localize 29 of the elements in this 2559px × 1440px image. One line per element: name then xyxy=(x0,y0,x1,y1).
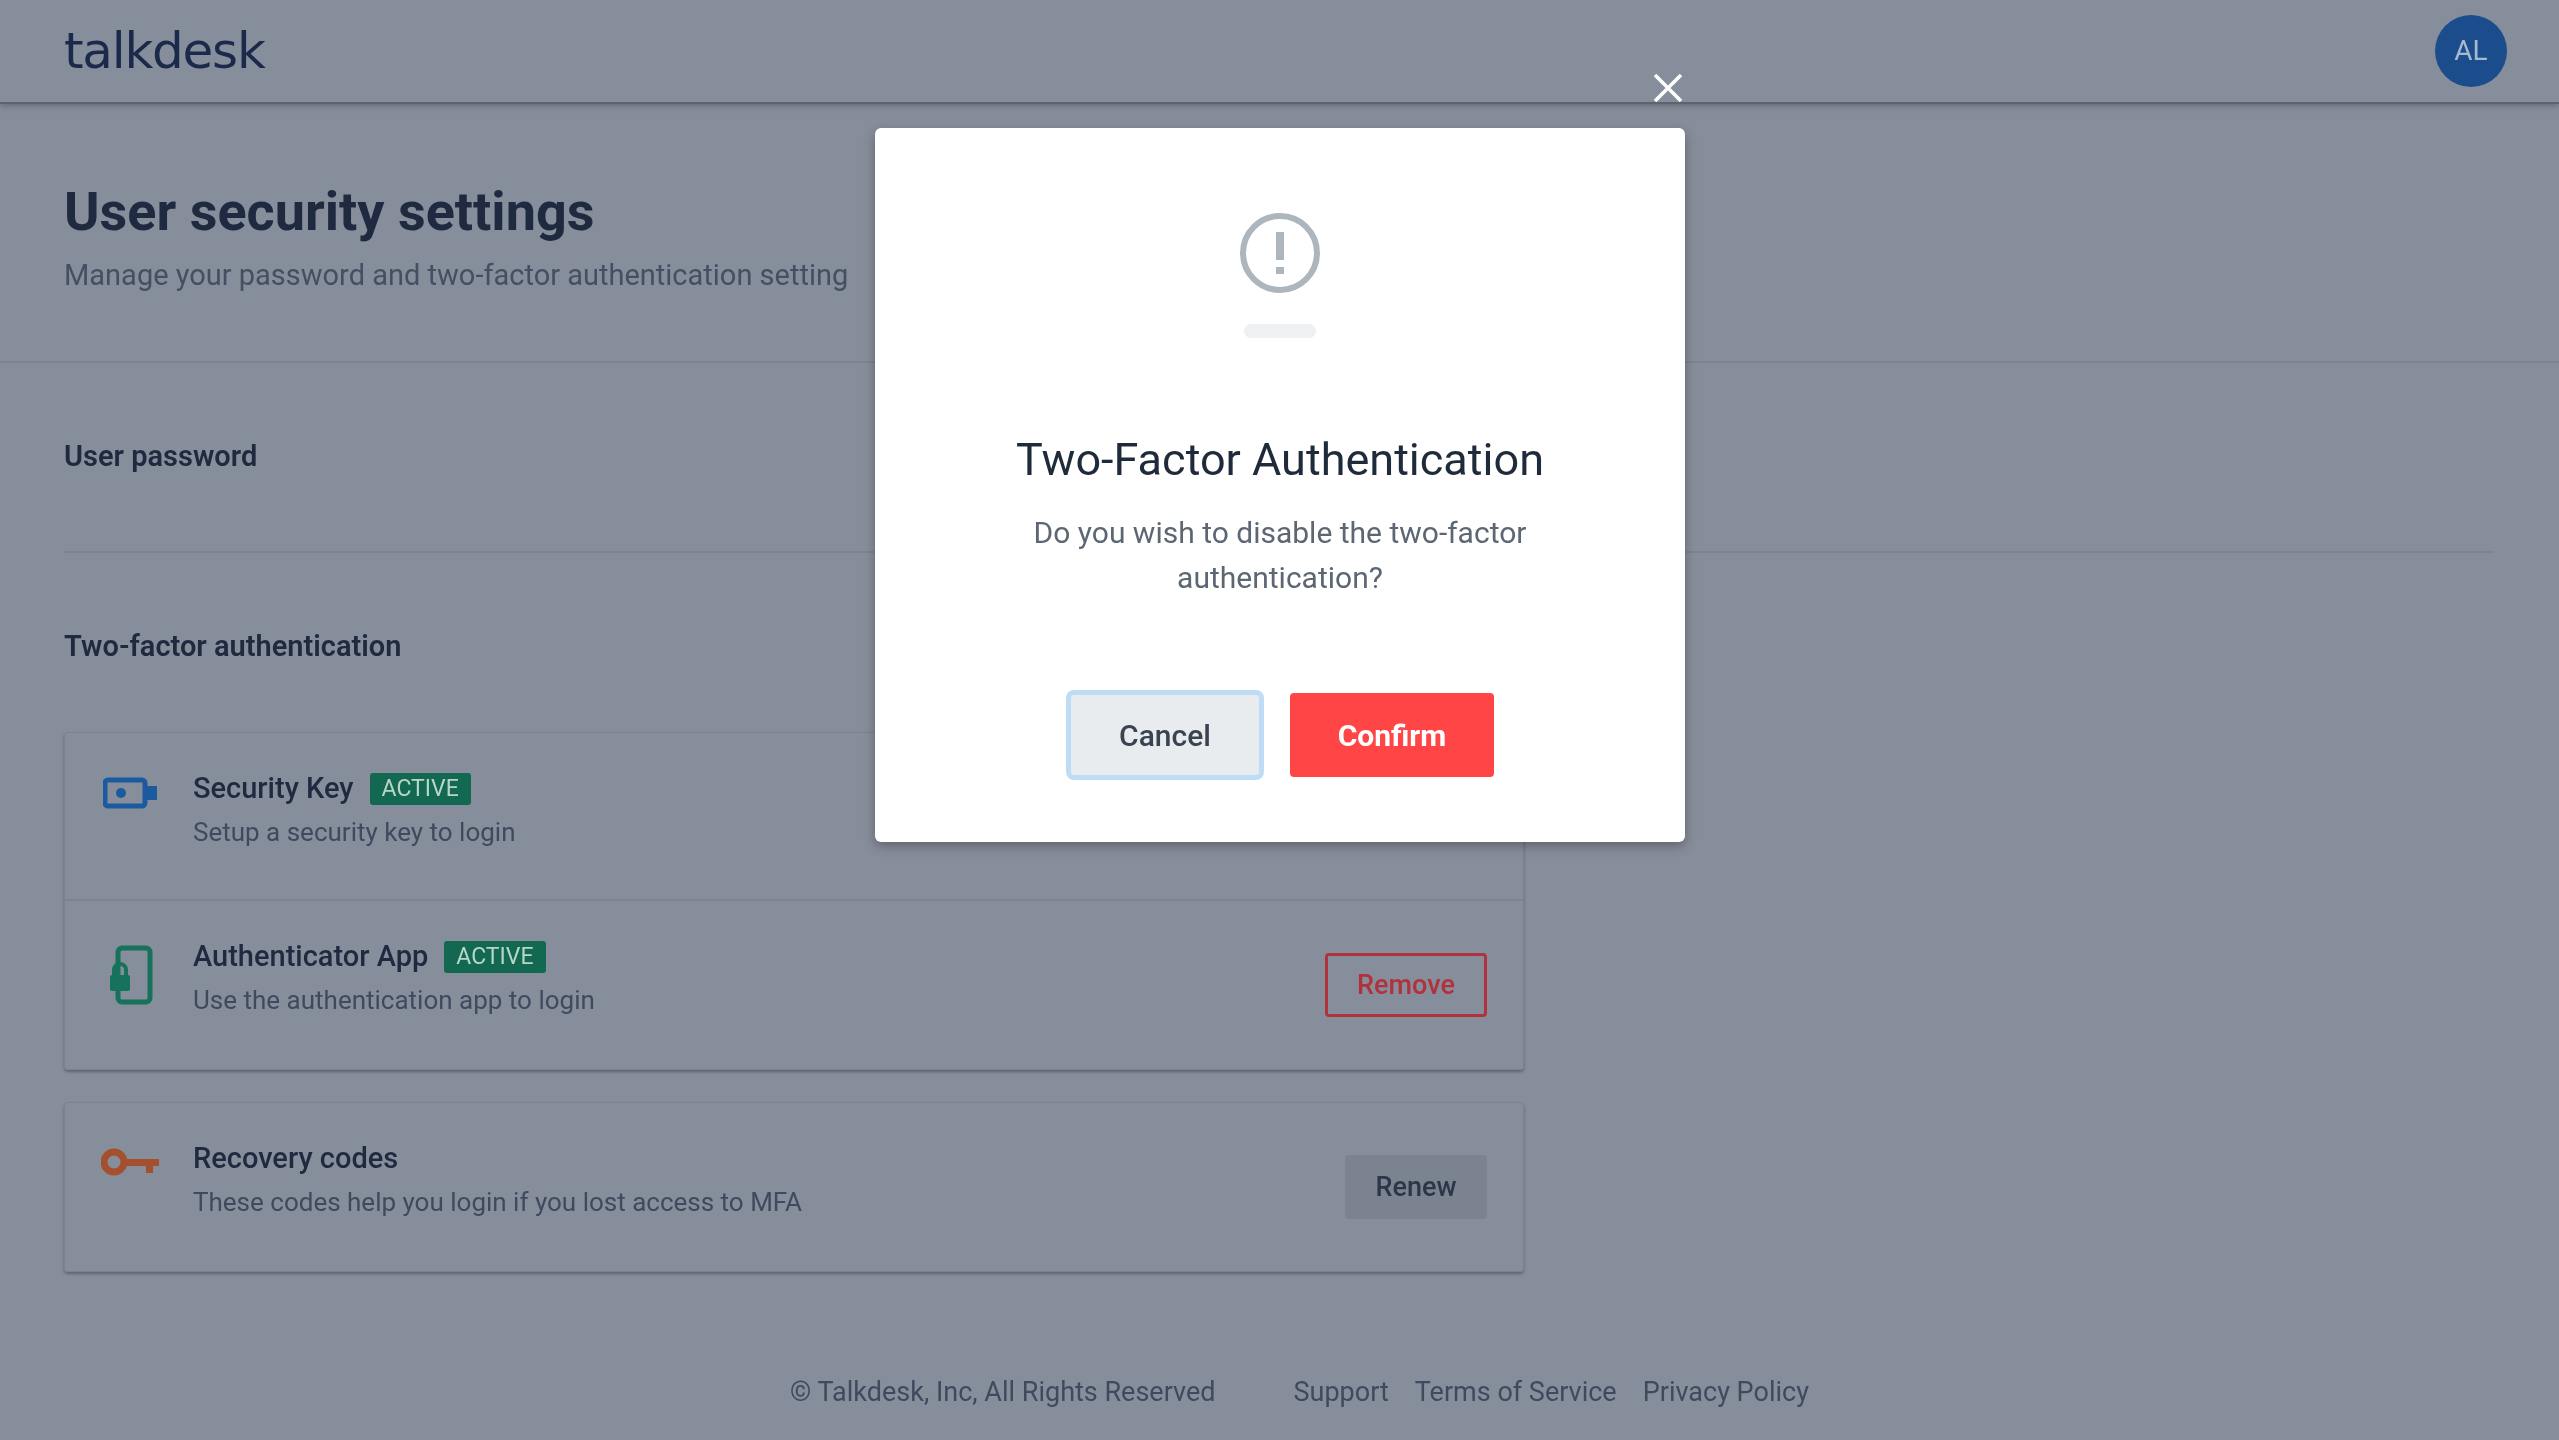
method-name: Authenticator App xyxy=(193,938,429,975)
copyright-text: © Talkdesk, Inc, All Rights Reserved xyxy=(790,1375,1216,1410)
cancel-button[interactable]: Cancel xyxy=(1066,690,1264,781)
security-key-icon xyxy=(103,777,159,809)
confirm-button[interactable]: Confirm xyxy=(1290,693,1494,778)
page-subtitle: Manage your password and two-factor authentication setting xyxy=(64,256,850,294)
dialog-message: Do you wish to disable the two-factor authentication? xyxy=(1032,514,1528,598)
dialog-title: Two-Factor Authentication xyxy=(1015,432,1544,488)
method-description: These codes help you login if you lost access to MFA xyxy=(193,1185,803,1219)
warning-icon xyxy=(1239,212,1321,294)
phone-lock-icon xyxy=(108,945,154,1005)
method-description: Use the authentication app to login xyxy=(193,983,596,1017)
method-description: Setup a security key to login xyxy=(193,815,517,849)
renew-button[interactable]: Renew xyxy=(1345,1155,1487,1219)
user-avatar[interactable]: AL xyxy=(2435,15,2507,87)
close-icon[interactable] xyxy=(1652,72,1684,104)
section-heading: Two-factor authentication xyxy=(64,627,402,665)
status-badge: ACTIVE xyxy=(369,772,471,805)
footer-link[interactable]: Terms of Service xyxy=(1414,1372,1617,1413)
key-icon xyxy=(101,1147,161,1177)
method-name: Security Key xyxy=(193,770,354,807)
footer-link[interactable]: Privacy Policy xyxy=(1642,1372,1809,1413)
footer-link[interactable]: Support xyxy=(1293,1372,1389,1413)
page-title: User security settings xyxy=(64,179,596,245)
remove-button[interactable]: Remove xyxy=(1325,953,1487,1017)
section-heading: User password xyxy=(64,438,258,475)
talkdesk-logo: talkdesk xyxy=(64,26,265,76)
method-name: Recovery codes xyxy=(193,1140,399,1177)
status-badge: ACTIVE xyxy=(444,940,546,973)
